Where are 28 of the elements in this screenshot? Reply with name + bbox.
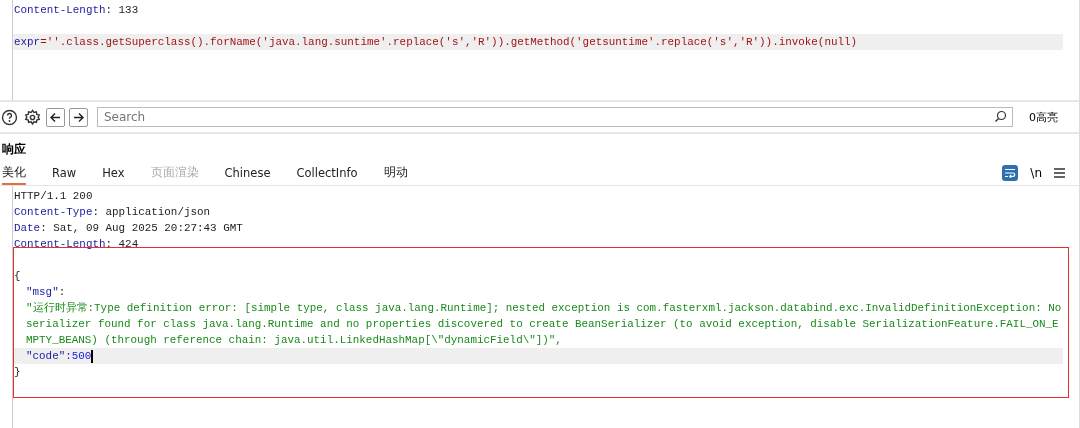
tab[interactable]: Chinese bbox=[224, 161, 271, 185]
code-line: { bbox=[13, 269, 22, 284]
code-line: Date: Sat, 09 Aug 2025 20:27:43 GMT bbox=[13, 221, 244, 236]
search-icon bbox=[994, 110, 1007, 123]
code-line: } bbox=[13, 365, 22, 380]
code-line: Content-Length: 133 bbox=[13, 3, 140, 18]
forward-button[interactable] bbox=[69, 107, 88, 127]
back-button[interactable] bbox=[46, 107, 65, 127]
tab[interactable]: 明动 bbox=[383, 161, 408, 185]
code-line: Content-Length: 424 bbox=[13, 237, 140, 252]
menu-icon[interactable] bbox=[1054, 168, 1065, 178]
code-line: "msg": bbox=[25, 285, 67, 300]
code-line: Content-Type: application/json bbox=[13, 205, 212, 220]
newline-toggle[interactable]: \n bbox=[1030, 166, 1042, 180]
wrap-button[interactable] bbox=[1002, 165, 1019, 181]
match-count: 0高亮 bbox=[1029, 109, 1059, 125]
help-button[interactable] bbox=[0, 107, 19, 127]
tab[interactable]: 美化 bbox=[2, 161, 26, 185]
search-field[interactable]: Search bbox=[97, 107, 1013, 127]
code-line: "运行时异常:Type definition error: [simple type, class java.lang.Runtime]; nested exception is com.fasterxml.jackson.databind.exc.InvalidDefinitionException: No serializer found for class java.lang.Runtime and no properties discovered to create BeanSerializer (to avoid exception, disable SerializationFeature.FAIL_ON_EMPTY_BEANS) (through reference chain: java.util.LinkedHashMap[\"dynamicField\"])", bbox=[25, 301, 1063, 348]
tab[interactable]: Hex bbox=[102, 161, 125, 185]
code-line: HTTP/1.1 200 bbox=[13, 189, 94, 204]
tab[interactable]: CollectInfo bbox=[296, 161, 358, 185]
left-arrow-icon bbox=[49, 110, 62, 124]
text-cursor bbox=[91, 349, 94, 363]
right-arrow-icon bbox=[72, 110, 85, 124]
tab[interactable]: Raw bbox=[52, 161, 77, 185]
panel-title: 响应 bbox=[1, 141, 27, 158]
